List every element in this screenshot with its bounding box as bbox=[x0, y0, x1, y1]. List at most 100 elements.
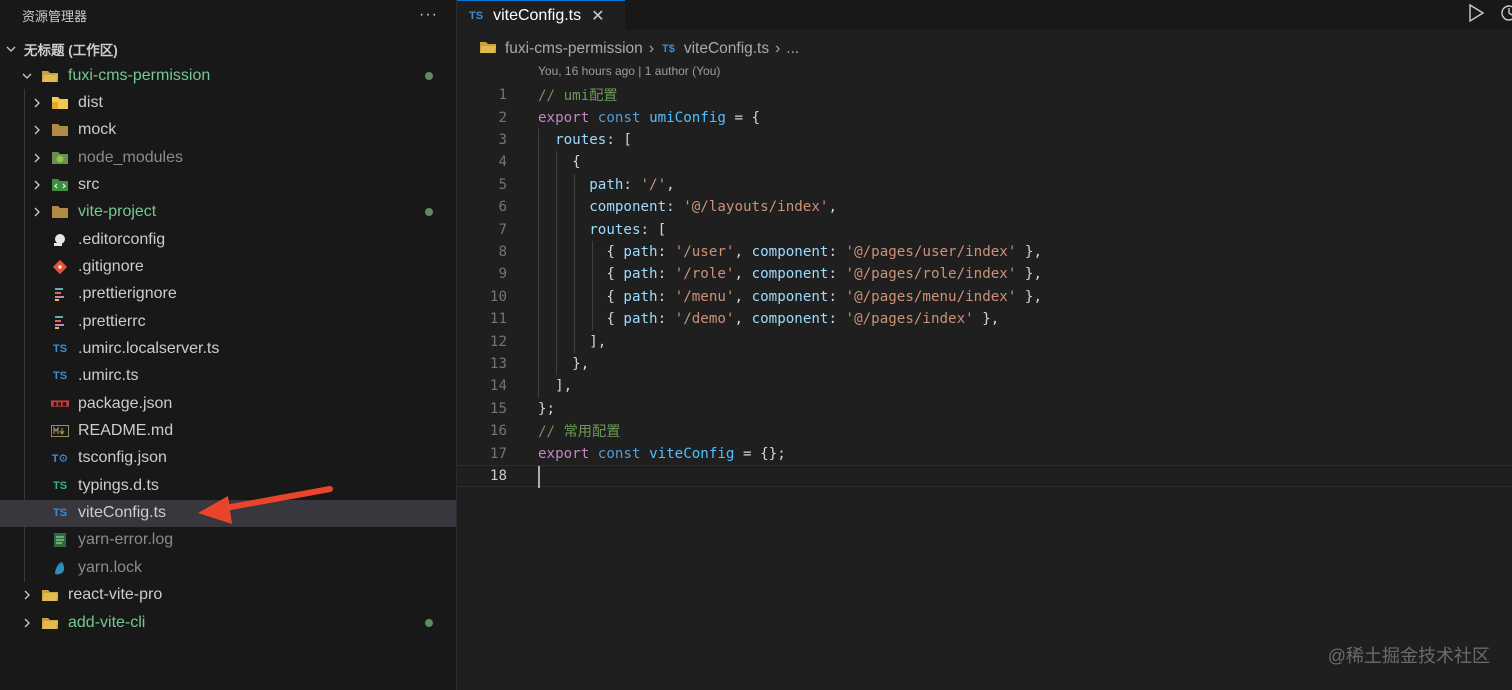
code-line[interactable]: 6 component: '@/layouts/index', bbox=[457, 196, 1512, 218]
code-token: : bbox=[828, 266, 846, 283]
tree-item-prettierignore[interactable]: .prettierignore bbox=[0, 281, 456, 308]
annotation-arrow bbox=[198, 486, 333, 524]
tree-item-fuxi-cms-permission[interactable]: fuxi-cms-permission bbox=[0, 62, 456, 89]
explorer-sidebar: 资源管理器 ··· 无标题 (工作区) fuxi-cms-permission d… bbox=[0, 0, 457, 690]
tree-item-tsconfig-json[interactable]: T⚙ tsconfig.json bbox=[0, 445, 456, 472]
code-line[interactable]: 12 ], bbox=[457, 330, 1512, 352]
code-line[interactable]: 2 export const umiConfig = { bbox=[457, 106, 1512, 128]
more-actions-icon[interactable]: ··· bbox=[419, 6, 438, 24]
watermark: @稀土掘金技术社区 bbox=[1327, 646, 1490, 666]
code-line[interactable]: 17 export const viteConfig = {}; bbox=[457, 442, 1512, 464]
code-text: }, bbox=[538, 356, 589, 372]
codelens-blame[interactable]: You, 16 hours ago | 1 author (You) bbox=[538, 64, 720, 78]
code-line[interactable]: 18 bbox=[457, 464, 1512, 488]
chevron-right-icon: › bbox=[775, 40, 781, 57]
typescript-def-icon: TS bbox=[52, 479, 68, 492]
code-line[interactable]: 13 }, bbox=[457, 353, 1512, 375]
line-number: 18 bbox=[489, 467, 507, 484]
typescript-icon: TS bbox=[52, 343, 68, 355]
tree-item-gitignore[interactable]: .gitignore bbox=[0, 253, 456, 280]
code-token: routes bbox=[589, 221, 641, 238]
code-token: '@/pages/role/index' bbox=[845, 266, 1017, 283]
history-icon[interactable] bbox=[1500, 4, 1512, 27]
tree-item-mock[interactable]: mock bbox=[0, 117, 456, 144]
workspace-root[interactable]: 无标题 (工作区) bbox=[0, 36, 456, 62]
code-line[interactable]: 9 { path: '/role', component: '@/pages/r… bbox=[457, 263, 1512, 285]
breadcrumb: fuxi-cms-permission › T$ viteConfig.ts ›… bbox=[479, 38, 799, 60]
code-token: '/user' bbox=[674, 243, 735, 260]
chevron-right-icon bbox=[32, 207, 42, 217]
code-line[interactable]: 4 { bbox=[457, 151, 1512, 173]
code-line[interactable]: 5 path: '/', bbox=[457, 174, 1512, 196]
code-token: { bbox=[538, 154, 581, 171]
code-line[interactable]: 7 routes: [ bbox=[457, 218, 1512, 240]
code-token: '@/pages/user/index' bbox=[845, 243, 1017, 260]
code-text: export const umiConfig = { bbox=[538, 110, 760, 126]
code-line[interactable]: 11 { path: '/demo', component: '@/pages/… bbox=[457, 308, 1512, 330]
line-number: 11 bbox=[489, 311, 507, 328]
prettier-icon bbox=[51, 314, 69, 330]
code-token: , bbox=[734, 266, 752, 283]
code-token: '/' bbox=[640, 176, 667, 193]
code-token: // 常用配置 bbox=[538, 424, 621, 441]
code-token: component bbox=[751, 311, 829, 328]
tab-bar: TS viteConfig.ts ✕ bbox=[457, 0, 1512, 30]
code-token: , bbox=[734, 243, 752, 260]
chevron-right-icon bbox=[32, 125, 42, 135]
tree-item-vite-project[interactable]: vite-project bbox=[0, 199, 456, 226]
prettier-icon bbox=[51, 286, 69, 302]
code-line[interactable]: 16 // 常用配置 bbox=[457, 420, 1512, 442]
tree-item-node-modules[interactable]: node_modules bbox=[0, 144, 456, 171]
close-icon[interactable]: ✕ bbox=[591, 6, 604, 26]
line-number: 16 bbox=[489, 423, 507, 440]
line-number: 2 bbox=[498, 109, 507, 126]
breadcrumb-more[interactable]: ... bbox=[786, 40, 799, 58]
code-token: }, bbox=[973, 311, 1000, 328]
tree-item-label: .prettierrc bbox=[78, 312, 146, 330]
code-token: : [ bbox=[640, 221, 667, 238]
tree-item-package-json[interactable]: package.json bbox=[0, 390, 456, 417]
code-token: : bbox=[666, 199, 684, 216]
git-modified-dot bbox=[425, 618, 433, 627]
tree-item-add-vite-cli[interactable]: add-vite-cli bbox=[0, 609, 456, 636]
text-cursor bbox=[538, 465, 540, 488]
breadcrumb-folder[interactable]: fuxi-cms-permission bbox=[505, 40, 643, 58]
code-line[interactable]: 10 { path: '/menu', component: '@/pages/… bbox=[457, 286, 1512, 308]
folder-src-icon bbox=[51, 177, 69, 193]
breadcrumb-file[interactable]: viteConfig.ts bbox=[684, 40, 769, 58]
code-line[interactable]: 8 { path: '/user', component: '@/pages/u… bbox=[457, 241, 1512, 263]
run-icon[interactable] bbox=[1468, 3, 1485, 27]
tree-item-umirc-localserver-ts[interactable]: TS .umirc.localserver.ts bbox=[0, 336, 456, 363]
tree-item-src[interactable]: src bbox=[0, 171, 456, 198]
code-line[interactable]: 3 routes: [ bbox=[457, 129, 1512, 151]
code-line[interactable]: 14 ], bbox=[457, 375, 1512, 397]
tree-item-editorconfig[interactable]: .editorconfig bbox=[0, 226, 456, 253]
tree-item-dist[interactable]: dist bbox=[0, 89, 456, 116]
tree-item-yarn-lock[interactable]: yarn.lock bbox=[0, 554, 456, 581]
code-token: export bbox=[538, 109, 590, 126]
tree-item-label: mock bbox=[78, 121, 117, 139]
tree-item-prettierrc[interactable]: .prettierrc bbox=[0, 308, 456, 335]
tree-item-umirc-ts[interactable]: TS .umirc.ts bbox=[0, 363, 456, 390]
tree-item-readme-md[interactable]: README.md bbox=[0, 418, 456, 445]
code-token: { bbox=[538, 243, 624, 260]
tree-item-label: add-vite-cli bbox=[68, 613, 146, 631]
markdown-icon bbox=[51, 423, 69, 439]
code-line[interactable]: 15}; bbox=[457, 398, 1512, 420]
code-text: { bbox=[538, 154, 581, 170]
tab-viteconfig[interactable]: TS viteConfig.ts ✕ bbox=[457, 0, 625, 30]
code-line[interactable]: 1 // umi配置 bbox=[457, 84, 1512, 106]
tree-item-yarn-error-log[interactable]: yarn-error.log bbox=[0, 527, 456, 554]
code-token: = { bbox=[725, 109, 761, 126]
tree-item-react-vite-pro[interactable]: react-vite-pro bbox=[0, 582, 456, 609]
tree-item-label: fuxi-cms-permission bbox=[68, 66, 211, 84]
code-token: component bbox=[589, 199, 667, 216]
chevron-down-icon bbox=[22, 71, 32, 81]
code-token: path bbox=[623, 288, 658, 305]
code-token: path bbox=[623, 266, 658, 283]
code-token: '@/pages/index' bbox=[845, 311, 974, 328]
code-token: export bbox=[538, 445, 590, 462]
code-text: ], bbox=[538, 334, 606, 350]
